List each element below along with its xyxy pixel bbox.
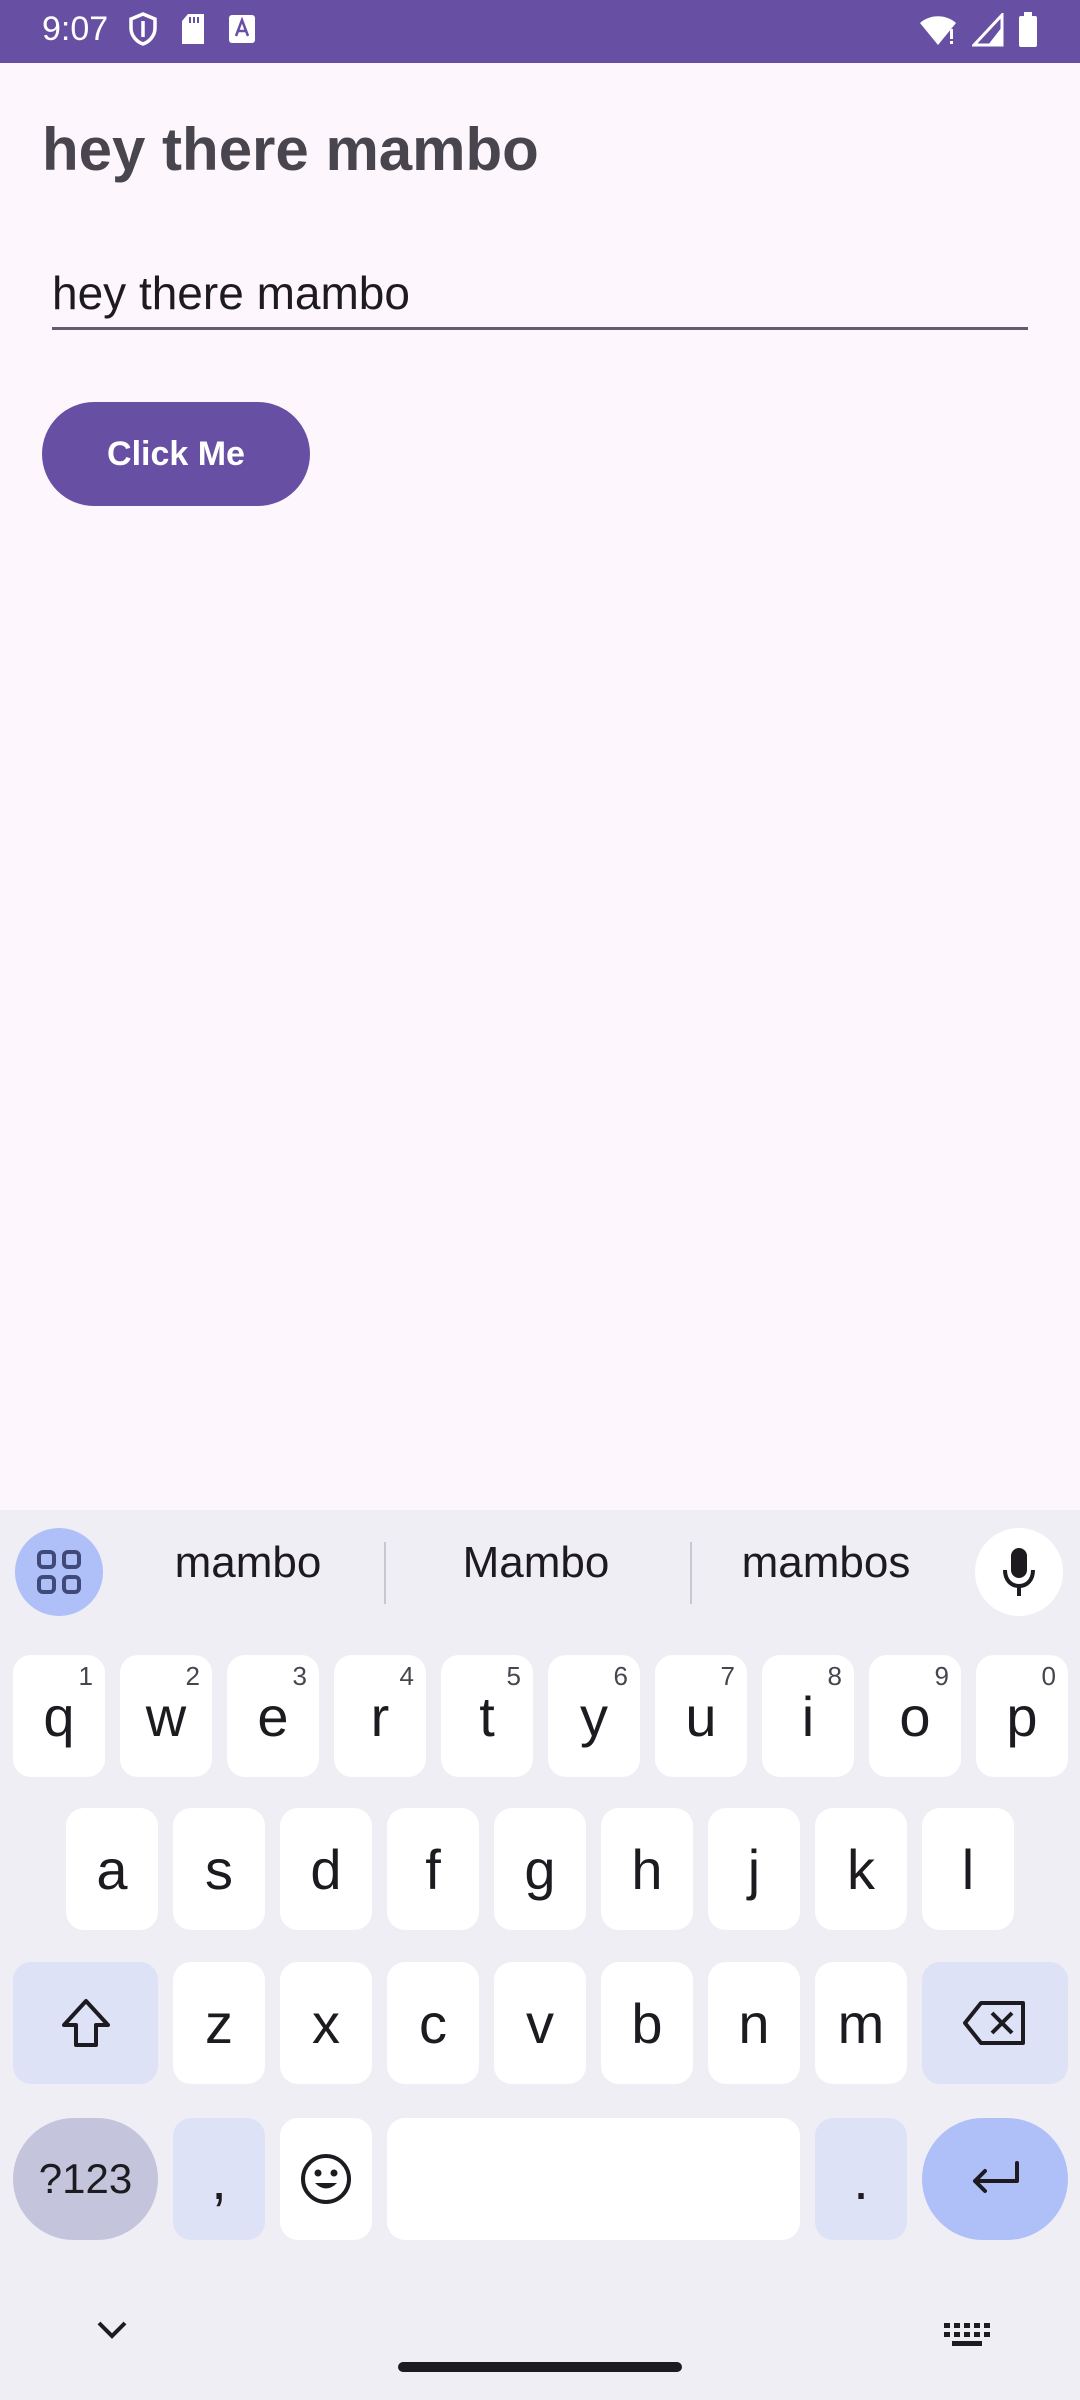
key-q[interactable]: q1 bbox=[13, 1655, 105, 1777]
key-a[interactable]: a bbox=[66, 1808, 158, 1930]
text-input[interactable] bbox=[52, 258, 1028, 330]
key-d[interactable]: d bbox=[280, 1808, 372, 1930]
period-key[interactable]: . bbox=[815, 2118, 907, 2240]
suggestion-divider bbox=[384, 1542, 386, 1604]
key-g[interactable]: g bbox=[494, 1808, 586, 1930]
wifi-icon bbox=[918, 13, 958, 47]
suggestion-bar: mambo Mambo mambos bbox=[0, 1510, 1080, 1634]
status-time: 9:07 bbox=[42, 10, 109, 48]
key-k[interactable]: k bbox=[815, 1808, 907, 1930]
shift-icon bbox=[61, 1999, 110, 2047]
key-s[interactable]: s bbox=[173, 1808, 265, 1930]
key-x[interactable]: x bbox=[280, 1962, 372, 2084]
suggestion-1[interactable]: mambo bbox=[128, 1538, 368, 1588]
keyboard-switch-icon[interactable] bbox=[944, 2323, 992, 2352]
key-w[interactable]: w2 bbox=[120, 1655, 212, 1777]
enter-key[interactable] bbox=[922, 2118, 1068, 2240]
battery-icon bbox=[1018, 12, 1038, 48]
shift-key[interactable] bbox=[13, 1962, 158, 2084]
status-bar: 9:07 bbox=[0, 0, 1080, 63]
font-icon bbox=[228, 14, 256, 44]
key-c[interactable]: c bbox=[387, 1962, 479, 2084]
shield-icon bbox=[128, 12, 158, 46]
key-m[interactable]: m bbox=[815, 1962, 907, 2084]
space-key[interactable] bbox=[387, 2118, 800, 2240]
key-t[interactable]: t5 bbox=[441, 1655, 533, 1777]
enter-icon bbox=[973, 2161, 1019, 2193]
keyboard: mambo Mambo mambos q1 w2 e3 r4 t5 y6 u7 … bbox=[0, 1510, 1080, 2400]
apps-grid-icon[interactable] bbox=[15, 1528, 103, 1616]
key-v[interactable]: v bbox=[494, 1962, 586, 2084]
backspace-key[interactable] bbox=[922, 1962, 1068, 2084]
key-i[interactable]: i8 bbox=[762, 1655, 854, 1777]
key-o[interactable]: o9 bbox=[869, 1655, 961, 1777]
key-u[interactable]: u7 bbox=[655, 1655, 747, 1777]
key-h[interactable]: h bbox=[601, 1808, 693, 1930]
key-y[interactable]: y6 bbox=[548, 1655, 640, 1777]
microphone-icon[interactable] bbox=[975, 1528, 1063, 1616]
home-indicator[interactable] bbox=[398, 2362, 682, 2372]
suggestion-3[interactable]: mambos bbox=[706, 1538, 946, 1588]
chevron-down-icon[interactable] bbox=[96, 2320, 128, 2345]
sd-card-icon bbox=[180, 13, 206, 45]
key-p[interactable]: p0 bbox=[976, 1655, 1068, 1777]
suggestion-2[interactable]: Mambo bbox=[416, 1538, 656, 1588]
suggestion-divider bbox=[690, 1542, 692, 1604]
key-b[interactable]: b bbox=[601, 1962, 693, 2084]
key-n[interactable]: n bbox=[708, 1962, 800, 2084]
backspace-icon bbox=[963, 2001, 1025, 2045]
key-r[interactable]: r4 bbox=[334, 1655, 426, 1777]
key-l[interactable]: l bbox=[922, 1808, 1014, 1930]
key-z[interactable]: z bbox=[173, 1962, 265, 2084]
click-me-button[interactable]: Click Me bbox=[42, 402, 310, 506]
emoji-icon bbox=[301, 2154, 351, 2204]
symbols-key[interactable]: ?123 bbox=[13, 2118, 158, 2240]
emoji-key[interactable] bbox=[280, 2118, 372, 2240]
key-j[interactable]: j bbox=[708, 1808, 800, 1930]
signal-icon bbox=[972, 13, 1004, 47]
comma-key[interactable]: , bbox=[173, 2118, 265, 2240]
page-title: hey there mambo bbox=[42, 116, 539, 183]
key-e[interactable]: e3 bbox=[227, 1655, 319, 1777]
key-f[interactable]: f bbox=[387, 1808, 479, 1930]
